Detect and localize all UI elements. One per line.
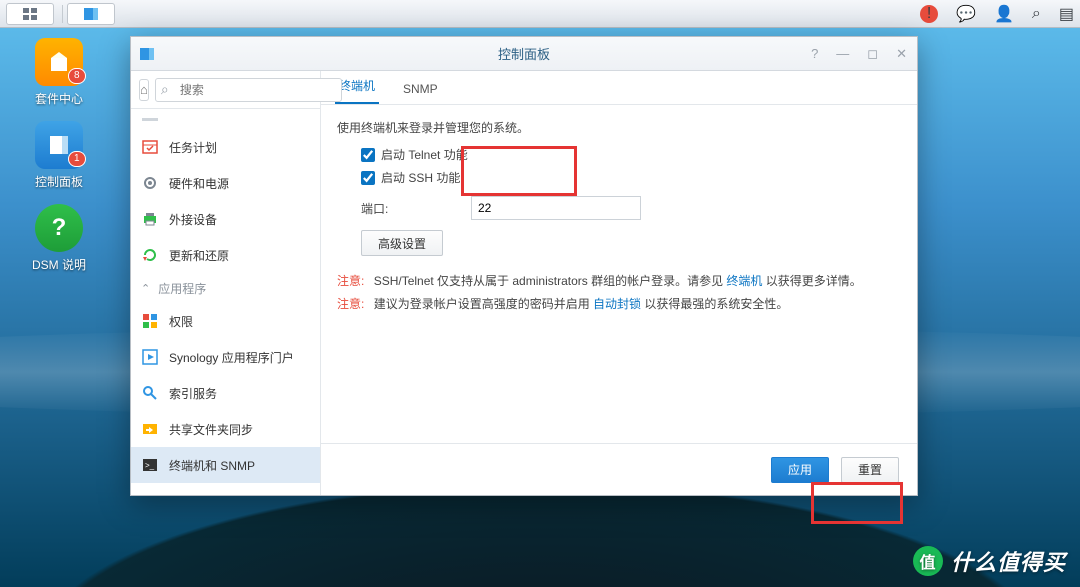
watermark-logo: 值 — [913, 546, 943, 576]
sidebar-item-cut[interactable] — [131, 109, 320, 129]
telnet-row: 启动 Telnet 功能 — [361, 146, 901, 163]
sidebar-search-row: ⌂ — [131, 71, 320, 109]
tabs: 终端机 SNMP — [321, 71, 917, 105]
terminal-help-link[interactable]: 终端机 — [726, 274, 762, 288]
port-label: 端口: — [361, 200, 461, 217]
sidebar-item-label: 终端机和 SNMP — [169, 457, 255, 474]
ssh-row: 启动 SSH 功能 — [361, 169, 901, 186]
close-icon[interactable]: ✕ — [892, 44, 911, 64]
sidebar-item-label: 权限 — [169, 313, 193, 330]
tab-snmp[interactable]: SNMP — [399, 74, 442, 104]
main-panel: 终端机 SNMP 使用终端机来登录并管理您的系统。 启动 Telnet 功能 启… — [321, 71, 917, 495]
tray-search-icon[interactable]: ⌕ — [1032, 5, 1041, 23]
sidebar-item-update-restore[interactable]: 更新和还原 — [131, 237, 320, 273]
auto-block-link[interactable]: 自动封锁 — [593, 297, 641, 311]
sidebar-item-shared-folder-sync[interactable]: 共享文件夹同步 — [131, 411, 320, 447]
sidebar-item-label: Synology 应用程序门户 — [169, 349, 294, 366]
desktop-icon-label: 套件中心 — [14, 90, 104, 107]
terminal-icon: >_ — [141, 456, 159, 474]
tray-chat-icon[interactable]: 💬 — [956, 4, 976, 24]
tray-alert-icon[interactable]: ! — [920, 5, 938, 23]
maximize-icon[interactable]: ◻ — [863, 44, 882, 64]
desktop: 8 套件中心 1 控制面板 ? DSM 说明 — [14, 38, 104, 287]
tray: ! 💬 👤 ⌕ ▤ — [920, 4, 1074, 24]
minimize-icon[interactable]: — — [832, 44, 853, 64]
control-panel-window: 控制面板 ? — ◻ ✕ ⌂ 任务计划 — [130, 36, 918, 496]
sidebar-item-label: 共享文件夹同步 — [169, 421, 253, 438]
note-label: 注意: — [337, 297, 364, 311]
sidebar-item-app-portal[interactable]: Synology 应用程序门户 — [131, 339, 320, 375]
help-icon: ? — [35, 204, 83, 252]
sidebar-category-apps[interactable]: 应用程序 — [131, 273, 320, 303]
sidebar-item-hardware[interactable]: 硬件和电源 — [131, 165, 320, 201]
reset-button[interactable]: 重置 — [841, 457, 899, 483]
desktop-icon-package-center[interactable]: 8 套件中心 — [14, 38, 104, 107]
calendar-icon — [141, 138, 159, 156]
grid-icon — [141, 312, 159, 330]
sidebar-item-label: 硬件和电源 — [169, 175, 229, 192]
search-icon — [141, 384, 159, 402]
desktop-icon-help[interactable]: ? DSM 说明 — [14, 204, 104, 273]
desktop-icon-label: 控制面板 — [14, 173, 104, 190]
badge: 1 — [68, 151, 86, 167]
window-icon — [137, 44, 157, 64]
note-block: 注意: SSH/Telnet 仅支持从属于 administrators 群组的… — [337, 270, 901, 316]
telnet-checkbox[interactable] — [361, 148, 375, 162]
sidebar-item-privileges[interactable]: 权限 — [131, 303, 320, 339]
badge: 8 — [68, 68, 86, 84]
taskbar-control-panel[interactable] — [67, 3, 115, 25]
search-input[interactable] — [155, 78, 342, 102]
ssh-checkbox[interactable] — [361, 171, 375, 185]
apply-button[interactable]: 应用 — [771, 457, 829, 483]
content: 使用终端机来登录并管理您的系统。 启动 Telnet 功能 启动 SSH 功能 … — [321, 105, 917, 443]
desktop-icon-label: DSM 说明 — [14, 256, 104, 273]
sync-icon — [141, 420, 159, 438]
sidebar-item-external-devices[interactable]: 外接设备 — [131, 201, 320, 237]
port-input[interactable] — [471, 196, 641, 220]
home-button[interactable]: ⌂ — [139, 79, 149, 101]
sidebar-item-label: 索引服务 — [169, 385, 217, 402]
note-label: 注意: — [337, 274, 364, 288]
footer: 应用 重置 — [321, 443, 917, 495]
port-row: 端口: — [361, 196, 901, 220]
refresh-icon — [141, 246, 159, 264]
printer-icon — [141, 210, 159, 228]
sidebar-item-label: 更新和还原 — [169, 247, 229, 264]
sidebar-item-task-scheduler[interactable]: 任务计划 — [131, 129, 320, 165]
taskbar: ! 💬 👤 ⌕ ▤ — [0, 0, 1080, 28]
advanced-settings-button[interactable]: 高级设置 — [361, 230, 443, 256]
gear-icon — [141, 174, 159, 192]
sidebar-item-label: 外接设备 — [169, 211, 217, 228]
description-text: 使用终端机来登录并管理您的系统。 — [337, 119, 901, 136]
watermark-text: 什么值得买 — [951, 545, 1066, 577]
sidebar-item-terminal-snmp[interactable]: >_ 终端机和 SNMP — [131, 447, 320, 483]
window-title: 控制面板 — [498, 44, 550, 63]
tray-widget-icon[interactable]: ▤ — [1059, 4, 1074, 24]
help-icon[interactable]: ? — [807, 44, 822, 64]
sidebar: ⌂ 任务计划 硬件和电源 外接设备 — [131, 71, 321, 495]
desktop-icon-control-panel[interactable]: 1 控制面板 — [14, 121, 104, 190]
svg-text:>_: >_ — [145, 461, 155, 470]
cut-icon — [141, 110, 159, 128]
tray-user-icon[interactable]: 👤 — [994, 4, 1014, 24]
portal-icon — [141, 348, 159, 366]
sidebar-item-label: 任务计划 — [169, 139, 217, 156]
show-apps-button[interactable] — [6, 3, 54, 25]
telnet-label: 启动 Telnet 功能 — [381, 146, 468, 163]
ssh-label: 启动 SSH 功能 — [381, 169, 460, 186]
watermark: 值 什么值得买 — [913, 545, 1066, 577]
window-titlebar[interactable]: 控制面板 ? — ◻ ✕ — [131, 37, 917, 71]
sidebar-item-indexing[interactable]: 索引服务 — [131, 375, 320, 411]
